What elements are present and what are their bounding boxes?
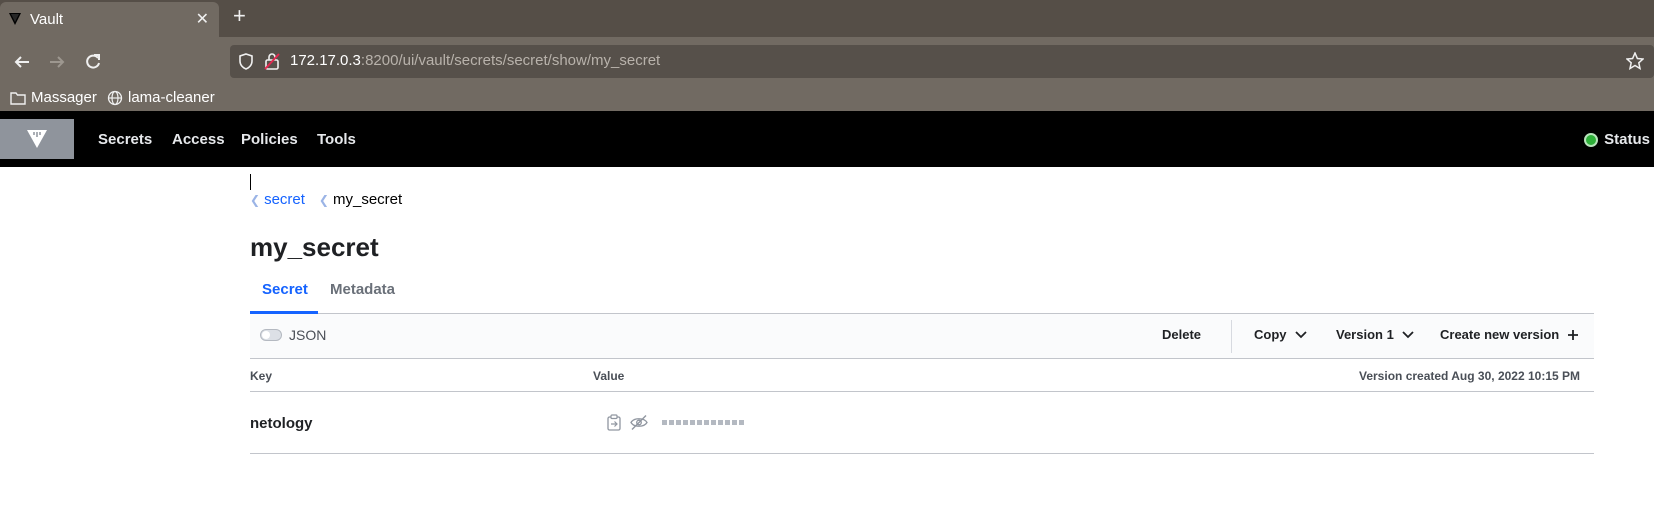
back-icon[interactable] — [9, 49, 35, 75]
mask-dot — [711, 420, 716, 425]
secret-tabs: Secret Metadata — [250, 270, 1594, 314]
breadcrumb-current: my_secret — [332, 191, 403, 208]
mask-dot — [725, 420, 730, 425]
chevron-left-icon: ❮ — [318, 192, 329, 207]
toggle-knob — [262, 331, 270, 339]
mask-dot — [683, 420, 688, 425]
bookmark-massager[interactable]: Massager — [10, 89, 97, 106]
version-label: Version 1 — [1336, 327, 1394, 342]
vault-top-nav: Secrets Access Policies Tools Status — [0, 111, 1654, 167]
breadcrumb: ❮ secret ❮ my_secret — [250, 191, 402, 208]
version-created-text: Version created Aug 30, 2022 10:15 PM — [1359, 369, 1580, 383]
tab-title: Vault — [30, 11, 64, 28]
delete-label: Delete — [1162, 327, 1202, 342]
bookmarks-bar: Massager lama-cleaner — [0, 87, 1654, 111]
nav-policies[interactable]: Policies — [241, 131, 298, 148]
nav-secrets[interactable]: Secrets — [98, 131, 152, 148]
chevron-down-icon — [1402, 330, 1414, 338]
plus-icon — [1568, 329, 1579, 340]
bookmark-label: Massager — [31, 89, 97, 106]
reload-icon[interactable] — [80, 49, 106, 75]
table-row: netology — [250, 392, 1594, 454]
breadcrumb-link-secret[interactable]: secret — [264, 191, 305, 208]
vault-logo[interactable] — [0, 119, 74, 159]
folder-icon — [10, 91, 26, 105]
copy-dropdown-button[interactable]: Copy — [1254, 327, 1307, 342]
delete-button[interactable]: Delete — [1162, 327, 1201, 342]
mask-dot — [662, 420, 667, 425]
page-title: my_secret — [250, 232, 379, 262]
table-header: Key Value Version created Aug 30, 2022 1… — [250, 359, 1594, 392]
browser-navbar: 172.17.0.3:8200/ui/vault/secrets/secret/… — [0, 37, 1654, 87]
nav-access[interactable]: Access — [172, 131, 225, 148]
key-column-header: Key — [250, 369, 273, 383]
tab-metadata[interactable]: Metadata — [330, 281, 395, 298]
copy-clipboard-icon[interactable] — [606, 414, 622, 431]
text-cursor — [250, 174, 251, 190]
globe-icon — [107, 90, 123, 105]
json-toggle-label: JSON — [289, 327, 327, 343]
mask-dot — [690, 420, 695, 425]
mask-dot — [676, 420, 681, 425]
browser-tab-bar: Vault ✕ + — [0, 0, 1654, 37]
shield-icon[interactable] — [238, 53, 254, 70]
url-text[interactable]: 172.17.0.3:8200/ui/vault/secrets/secret/… — [290, 52, 660, 69]
toolbar-divider — [1231, 320, 1232, 353]
forward-icon[interactable] — [44, 49, 70, 75]
vault-logo-icon — [27, 130, 47, 148]
close-tab-icon[interactable]: ✕ — [196, 9, 209, 29]
status-indicator-icon — [1584, 132, 1599, 147]
mask-dot — [697, 420, 702, 425]
copy-label: Copy — [1254, 327, 1287, 342]
json-toggle[interactable] — [260, 329, 282, 341]
bookmark-label: lama-cleaner — [128, 89, 215, 106]
chevron-down-icon — [1294, 330, 1307, 338]
vault-favicon-icon — [9, 13, 21, 25]
eye-off-icon[interactable] — [630, 414, 648, 431]
new-tab-icon[interactable]: + — [233, 5, 246, 27]
secret-toolbar: JSON Delete Copy Version 1 Create new ve… — [250, 314, 1594, 359]
status-menu[interactable]: Status — [1584, 131, 1650, 148]
create-new-version-label: Create new version — [1440, 327, 1560, 342]
url-path: :8200/ui/vault/secrets/secret/show/my_se… — [360, 52, 661, 69]
mask-dot — [718, 420, 723, 425]
masked-secret-value — [662, 420, 744, 425]
bookmark-lama-cleaner[interactable]: lama-cleaner — [107, 89, 215, 106]
bookmark-star-icon[interactable] — [1626, 52, 1644, 70]
mask-dot — [739, 420, 744, 425]
chevron-left-icon: ❮ — [250, 192, 261, 207]
url-bar[interactable]: 172.17.0.3:8200/ui/vault/secrets/secret/… — [230, 45, 1654, 78]
url-host: 172.17.0.3 — [290, 52, 361, 69]
secret-key: netology — [250, 415, 313, 432]
browser-tab[interactable]: Vault ✕ — [0, 2, 219, 37]
mask-dot — [704, 420, 709, 425]
value-column-header: Value — [593, 369, 625, 383]
create-new-version-button[interactable]: Create new version — [1440, 327, 1579, 342]
mask-dot — [732, 420, 737, 425]
mask-dot — [669, 420, 674, 425]
nav-tools[interactable]: Tools — [317, 131, 356, 148]
tab-secret[interactable]: Secret — [262, 281, 308, 298]
insecure-lock-icon[interactable] — [264, 52, 280, 70]
status-label: Status — [1604, 131, 1650, 148]
version-dropdown-button[interactable]: Version 1 — [1336, 327, 1414, 342]
